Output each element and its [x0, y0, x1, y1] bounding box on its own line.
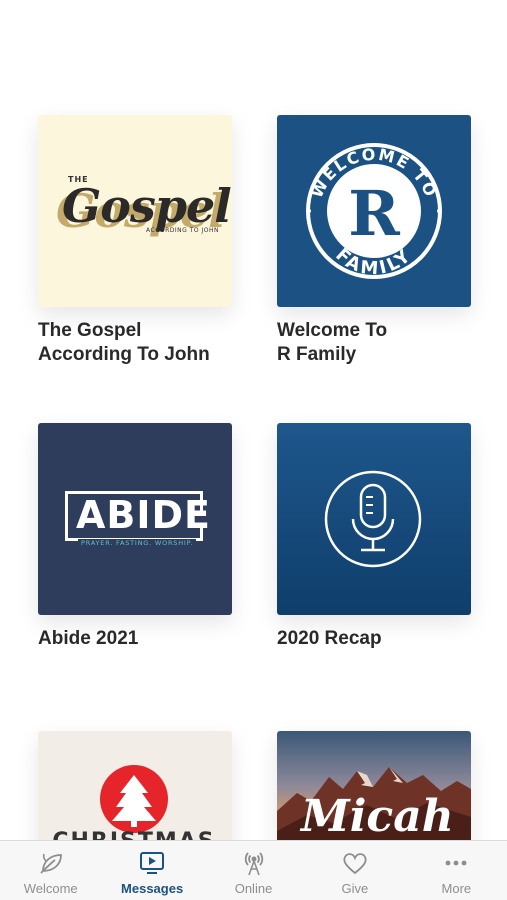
series-card-christmas[interactable]: CHRISTMAS: [38, 731, 232, 840]
tab-bar: Welcome Messages Online Give More: [0, 840, 507, 900]
series-title[interactable]: Welcome To R Family: [277, 319, 471, 367]
artwork-title: Micah: [301, 791, 454, 840]
artwork-tagline: PRAYER. FASTING. WORSHIP.: [78, 539, 197, 547]
christmas-tree-icon: CHRISTMAS: [52, 765, 215, 840]
artwork-title: CHRISTMAS: [52, 829, 215, 840]
series-artwork[interactable]: [277, 423, 471, 615]
series-artwork[interactable]: CHRISTMAS: [38, 731, 232, 840]
play-screen-icon: [140, 852, 165, 874]
series-card-gospel[interactable]: THE Gospel ACCORDING TO JOHN The Gospel …: [38, 115, 232, 367]
series-artwork[interactable]: THE Gospel ACCORDING TO JOHN: [38, 115, 232, 307]
more-dots-icon: [445, 860, 467, 866]
tab-online[interactable]: Online: [203, 841, 304, 900]
tab-welcome[interactable]: Welcome: [0, 841, 101, 900]
series-title[interactable]: Abide 2021: [38, 627, 232, 651]
tab-give[interactable]: Give: [304, 841, 405, 900]
tab-more[interactable]: More: [406, 841, 507, 900]
tab-label: More: [441, 881, 472, 896]
tab-label: Give: [341, 881, 369, 896]
microphone-icon: [324, 470, 422, 568]
badge-letter: R: [348, 177, 400, 250]
welcome-badge-icon: WELCOME TO FAMILY R: [306, 143, 442, 280]
artwork-title: Gospel: [62, 179, 232, 233]
artwork-subtitle: ACCORDING TO JOHN: [146, 227, 219, 234]
tab-label: Welcome: [23, 881, 78, 896]
tab-label: Online: [234, 881, 273, 896]
series-card-family[interactable]: WELCOME TO FAMILY R Welcome To R Family: [277, 115, 471, 367]
series-artwork[interactable]: WELCOME TO FAMILY R: [277, 115, 471, 307]
series-card-abide[interactable]: ABIDE PRAYER. FASTING. WORSHIP. Abide 20…: [38, 423, 232, 651]
leaf-icon: [40, 853, 62, 874]
series-grid: THE Gospel ACCORDING TO JOHN The Gospel …: [0, 0, 507, 840]
series-card-micah[interactable]: Micah: [277, 731, 471, 840]
series-artwork[interactable]: ABIDE PRAYER. FASTING. WORSHIP.: [38, 423, 232, 615]
tab-messages[interactable]: Messages: [101, 841, 202, 900]
tab-label: Messages: [121, 881, 184, 896]
artwork-title: ABIDE: [76, 493, 212, 537]
series-card-recap[interactable]: 2020 Recap: [277, 423, 471, 651]
series-artwork[interactable]: Micah: [277, 731, 471, 840]
series-title[interactable]: The Gospel According To John: [38, 319, 232, 367]
broadcast-icon: [244, 852, 263, 876]
heart-icon: [343, 853, 367, 875]
series-title[interactable]: 2020 Recap: [277, 627, 471, 651]
